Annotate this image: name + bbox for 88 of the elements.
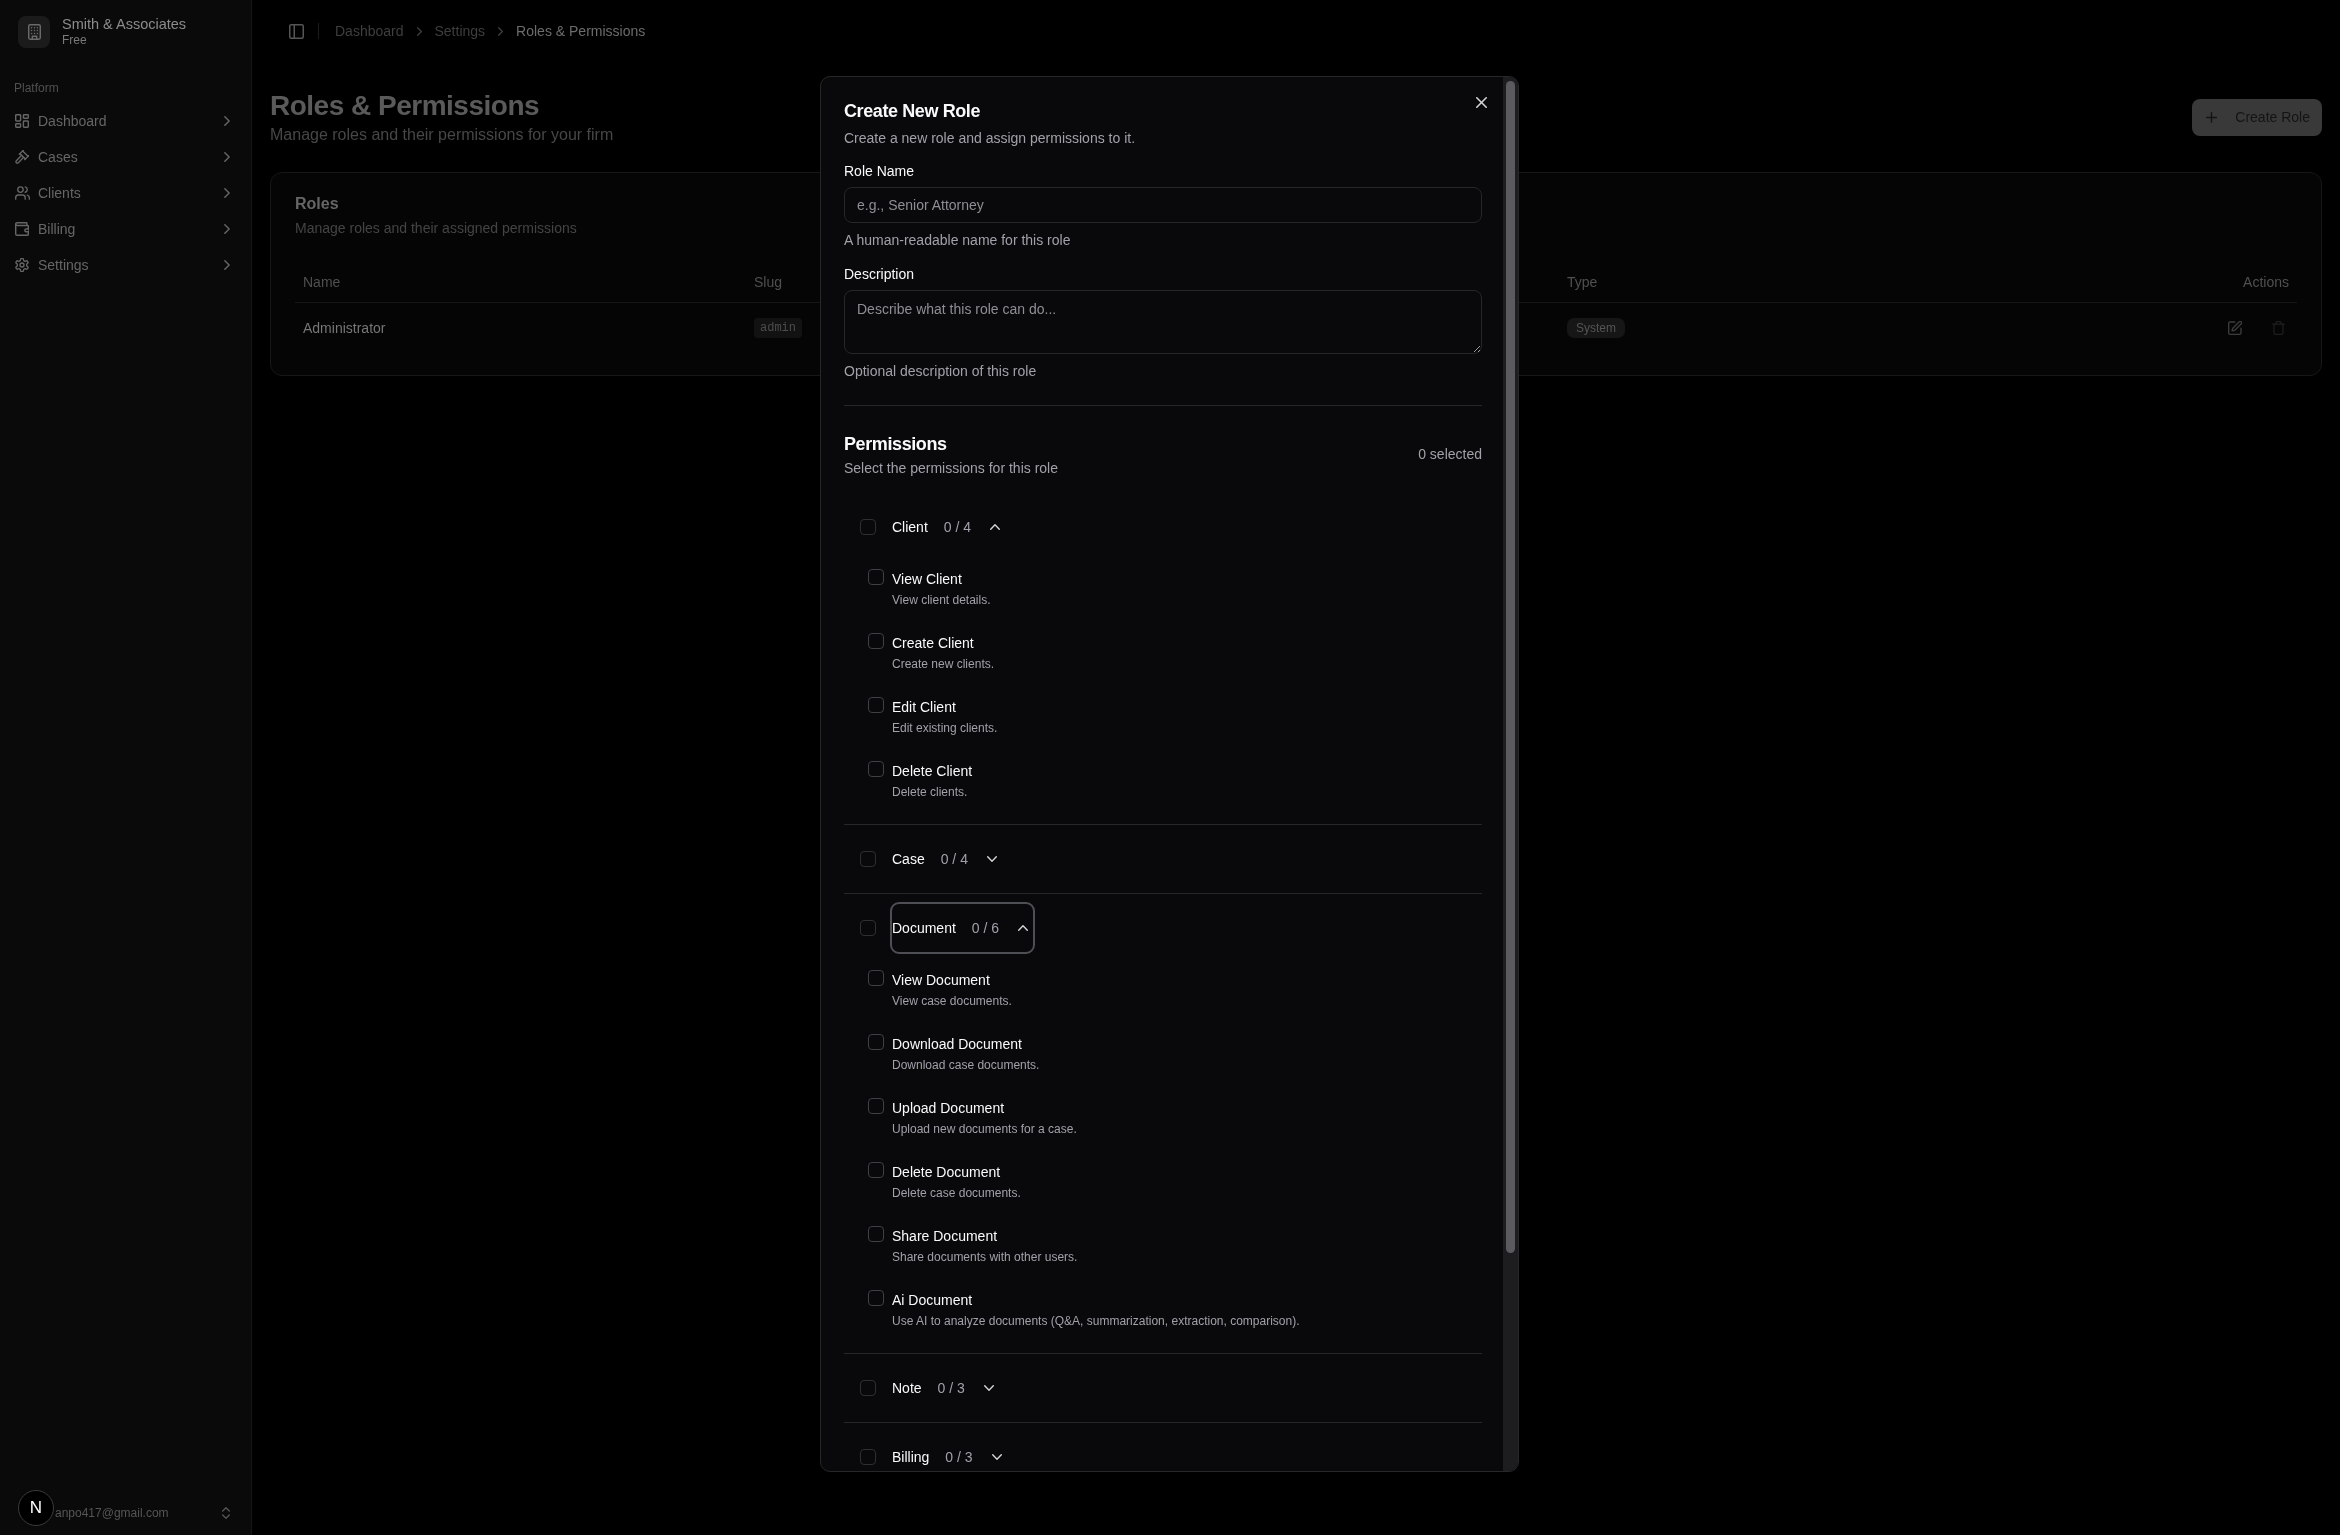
column-header: Type: [1567, 274, 1598, 290]
permission-title: Delete Document: [892, 1163, 1001, 1182]
checkbox[interactable]: [868, 633, 884, 649]
plus-icon: [2206, 111, 2218, 123]
checkbox[interactable]: [868, 1034, 884, 1050]
permission-title: Upload Document: [892, 1099, 1005, 1118]
permission-description: Create new clients.: [892, 656, 995, 672]
textarea-input[interactable]: Describe what this role can do...: [844, 290, 1482, 354]
permission-description: View case documents.: [892, 993, 1012, 1009]
wallet-icon: [15, 222, 29, 236]
group-toggle[interactable]: Case 0 / 4: [890, 833, 1004, 885]
checkbox[interactable]: [860, 1449, 876, 1465]
chevron-right-icon: [416, 26, 422, 36]
permission-description: Download case documents.: [892, 1057, 1040, 1073]
dialog-title: Create New Role: [844, 100, 981, 123]
permission-title: Edit Client: [892, 698, 956, 717]
edit-icon[interactable]: [2228, 321, 2242, 335]
checkbox[interactable]: [868, 970, 884, 986]
column-header: Slug: [754, 274, 783, 290]
permission-title: Share Document: [892, 1227, 998, 1246]
gavel-icon: [15, 150, 29, 164]
type-badge: System: [1567, 318, 1625, 338]
permission-title: Ai Document: [892, 1291, 973, 1310]
checkbox[interactable]: [868, 697, 884, 713]
permission-description: Delete case documents.: [892, 1185, 1021, 1201]
page-title: Roles & Permissions: [270, 89, 540, 123]
checkbox[interactable]: [868, 1226, 884, 1242]
checkbox[interactable]: [860, 519, 876, 535]
nav-item[interactable]: Cases: [8, 141, 243, 173]
group-toggle[interactable]: Billing 0 / 3: [890, 1431, 1009, 1471]
card-description: Manage roles and their assigned permissions: [295, 219, 577, 238]
checkbox[interactable]: [860, 920, 876, 936]
permission-description: Use AI to analyze documents (Q&A, summarization, extraction, comparison).: [892, 1313, 1300, 1329]
checkbox[interactable]: [868, 1162, 884, 1178]
permission-title: Delete Client: [892, 762, 973, 781]
column-header: Name: [303, 274, 341, 290]
slug-chip: admin: [754, 318, 802, 338]
permission-title: View Document: [892, 971, 990, 990]
nav-item[interactable]: Settings: [8, 249, 243, 281]
field-label: Role Name: [844, 162, 915, 181]
checkbox[interactable]: [868, 1290, 884, 1306]
text-input[interactable]: e.g., Senior Attorney: [844, 187, 1482, 223]
table-cell: Administrator: [303, 320, 386, 336]
nav-item[interactable]: Clients: [8, 177, 243, 209]
permission-title: Download Document: [892, 1035, 1022, 1054]
users-icon: [14, 186, 30, 200]
trash-icon[interactable]: [2272, 321, 2285, 335]
group-toggle[interactable]: Note 0 / 3: [890, 1362, 1001, 1414]
checkbox[interactable]: [860, 851, 876, 867]
dialog-description: Create a new role and assign permissions to it.: [844, 129, 1136, 148]
permission-description: Share documents with other users.: [892, 1249, 1078, 1265]
selected-count: 0 selected: [1418, 446, 1482, 462]
layout-grid-icon: [15, 114, 29, 128]
permission-description: Edit existing clients.: [892, 720, 998, 736]
permission-description: View client details.: [892, 592, 991, 608]
permission-description: Delete clients.: [892, 784, 968, 800]
chevron-right-icon: [498, 26, 504, 36]
close-icon[interactable]: [1476, 97, 1487, 108]
building-logo-icon: [18, 16, 50, 48]
nav-item[interactable]: Billing: [8, 213, 243, 245]
field-hint: Optional description of this role: [844, 362, 1037, 381]
gear-icon: [15, 258, 29, 272]
section-subtitle: Select the permissions for this role: [844, 459, 1058, 478]
checkbox[interactable]: [860, 1380, 876, 1396]
section-title: Permissions: [844, 433, 947, 456]
permission-title: View Client: [892, 570, 962, 589]
checkbox[interactable]: [868, 1098, 884, 1114]
scrollbar-thumb[interactable]: [1506, 81, 1515, 1253]
field-label: Description: [844, 265, 915, 284]
chevrons-up-down-icon: [222, 1507, 230, 1519]
card-title: Roles: [295, 194, 339, 214]
breadcrumb-current-page: Roles & Permissions: [516, 23, 646, 39]
plan-label: Free: [62, 32, 87, 48]
breadcrumb-link[interactable]: Dashboard: [335, 23, 404, 39]
checkbox[interactable]: [868, 761, 884, 777]
workspace-name: Smith & Associates: [62, 16, 187, 32]
permission-description: Upload new documents for a case.: [892, 1121, 1077, 1137]
page-subtitle: Manage roles and their permissions for your firm: [270, 125, 614, 145]
sidebar-toggle-icon[interactable]: [289, 23, 304, 39]
checkbox[interactable]: [868, 569, 884, 585]
section-label: Platform: [14, 80, 59, 96]
column-header: Actions: [2243, 274, 2289, 290]
group-toggle[interactable]: Document 0 / 6: [890, 902, 1036, 954]
breadcrumb-link[interactable]: Settings: [434, 23, 486, 39]
field-hint: A human-readable name for this role: [844, 231, 1071, 250]
group-toggle[interactable]: Client 0 / 4: [890, 501, 1008, 553]
nav-item[interactable]: Dashboard: [8, 105, 243, 137]
permission-title: Create Client: [892, 634, 974, 653]
